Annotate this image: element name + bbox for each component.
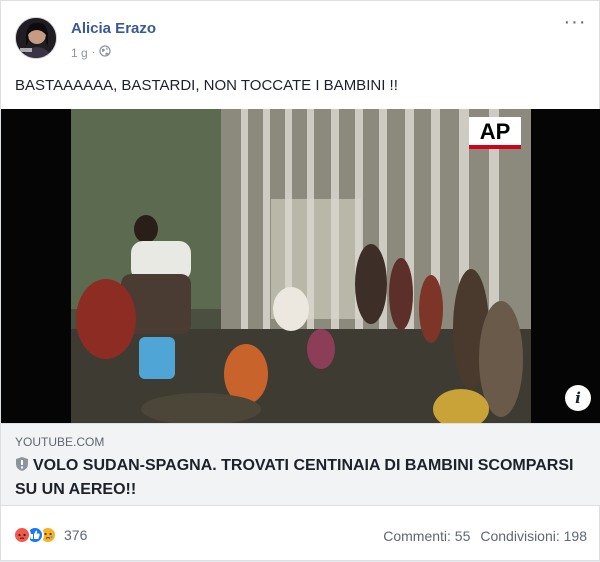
link-title-text: VOLO SUDAN-SPAGNA. TROVATI CENTINAIA DI … bbox=[15, 457, 574, 498]
comments-count-link[interactable]: Commenti: 55 bbox=[383, 528, 470, 544]
reaction-count: 376 bbox=[64, 527, 88, 543]
info-button[interactable]: i bbox=[565, 385, 591, 411]
post-footer: 376 Commenti: 55 Condivisioni: 198 bbox=[1, 506, 600, 562]
post-meta: 1 g · bbox=[71, 45, 111, 60]
link-title[interactable]: VOLO SUDAN-SPAGNA. TROVATI CENTINAIA DI … bbox=[15, 455, 590, 501]
link-preview[interactable]: YOUTUBE.COM VOLO SUDAN-SPAGNA. TROVATI C… bbox=[1, 423, 600, 506]
angry-reaction-icon bbox=[13, 526, 31, 544]
globe-icon bbox=[99, 45, 111, 60]
video-thumbnail[interactable]: AP i bbox=[1, 109, 600, 423]
author-name[interactable]: Alicia Erazo bbox=[71, 20, 156, 37]
engagement-stats: Commenti: 55 Condivisioni: 198 bbox=[383, 528, 587, 544]
post-card: Alicia Erazo 1 g · ··· BASTAAAAAA, BASTA… bbox=[0, 0, 600, 561]
more-options-button[interactable]: ··· bbox=[561, 12, 589, 35]
shares-count-link[interactable]: Condivisioni: 198 bbox=[480, 528, 587, 544]
ap-watermark: AP bbox=[480, 119, 511, 144]
post-time[interactable]: 1 g bbox=[71, 46, 88, 60]
shield-icon bbox=[15, 456, 29, 479]
post-text: BASTAAAAAA, BASTARDI, NON TOCCATE I BAMB… bbox=[15, 77, 398, 94]
avatar[interactable] bbox=[15, 17, 57, 59]
post-header: Alicia Erazo 1 g · ··· bbox=[1, 1, 600, 71]
link-domain: YOUTUBE.COM bbox=[15, 435, 105, 449]
reactions-summary[interactable]: 376 bbox=[13, 526, 87, 544]
meta-separator: · bbox=[91, 47, 96, 58]
